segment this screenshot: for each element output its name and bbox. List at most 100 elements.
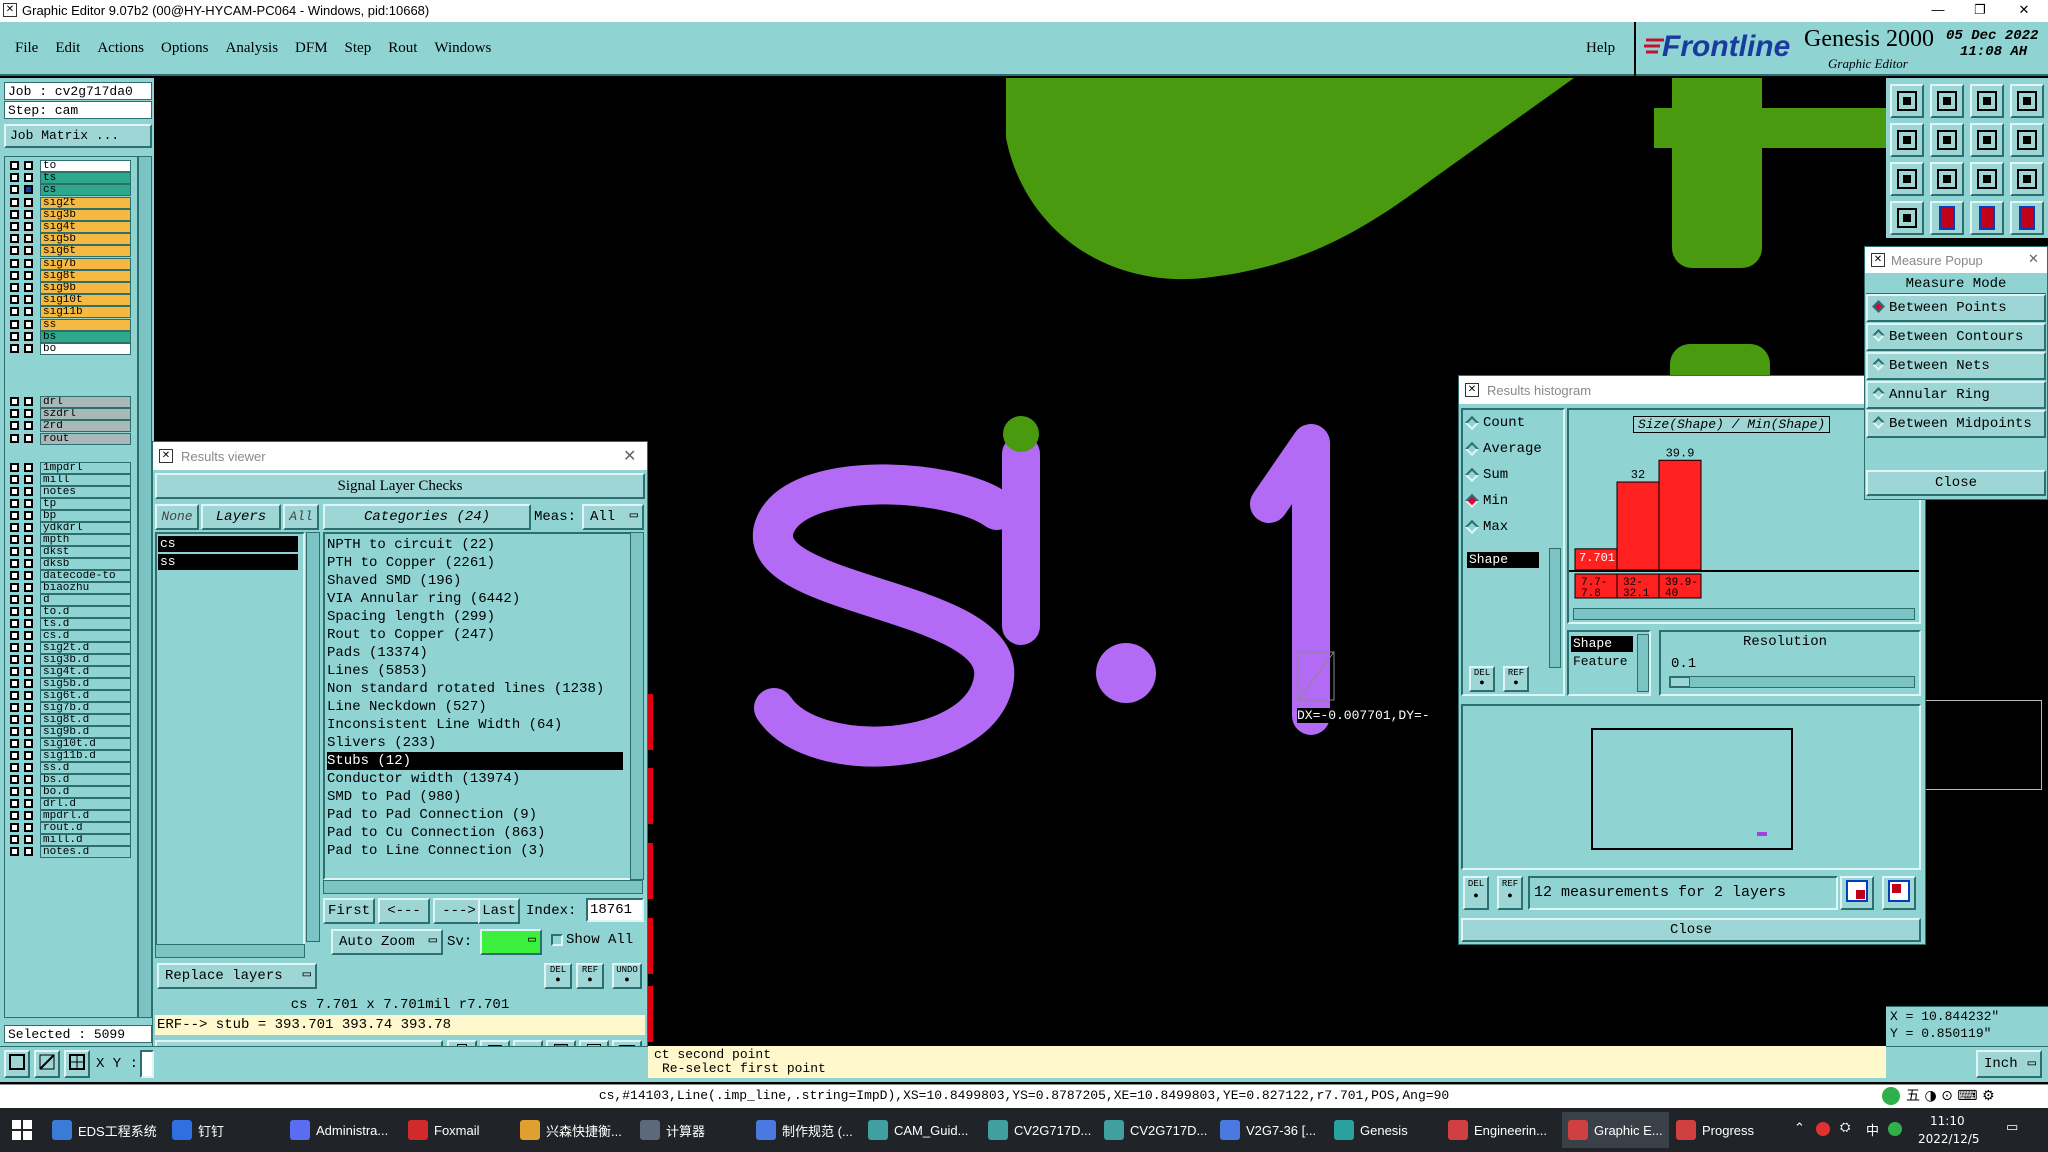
layer-display-checkbox[interactable] (10, 643, 19, 652)
layer-affected-checkbox[interactable] (24, 421, 33, 431)
category-item[interactable]: Conductor width (13974) (327, 770, 623, 788)
layer-affected-checkbox[interactable] (24, 258, 33, 268)
taskbar-item[interactable]: Foxmail (408, 1112, 480, 1148)
layer-display-checkbox[interactable] (10, 258, 19, 268)
taskbar-item[interactable]: CV2G717D... (1104, 1112, 1207, 1148)
layer-row[interactable]: d (8, 594, 131, 606)
layer-affected-checkbox[interactable] (24, 679, 33, 688)
home-icon[interactable] (1970, 84, 2004, 118)
layer-affected-checkbox[interactable] (24, 703, 33, 712)
layer-row[interactable]: sig11b.d (8, 750, 131, 762)
layer-row[interactable]: notes.d (8, 846, 131, 858)
layer-display-checkbox[interactable] (10, 173, 19, 183)
layer-affected-checkbox[interactable] (24, 631, 33, 640)
layer-row[interactable]: sig5b (8, 233, 131, 246)
minimize-button[interactable]: — (1920, 0, 1956, 20)
menu-help[interactable]: Help (1586, 40, 1615, 57)
layer-display-checkbox[interactable] (10, 751, 19, 760)
layers-button[interactable]: Layers (201, 504, 281, 530)
snap-s-icon[interactable] (2010, 123, 2044, 157)
menu-step[interactable]: Step (345, 40, 372, 57)
category-item[interactable]: Slivers (233) (327, 734, 623, 752)
fit-screen-icon[interactable] (1890, 162, 1924, 196)
layer-row[interactable]: sig11b (8, 306, 131, 319)
layer-list-vscroll[interactable] (306, 532, 320, 942)
layer-display-checkbox[interactable] (10, 433, 19, 443)
xy-input[interactable] (140, 1050, 154, 1078)
overview-map[interactable] (1920, 700, 2042, 790)
layer-affected-checkbox[interactable] (24, 397, 33, 406)
taskbar-item[interactable]: Genesis (1334, 1112, 1408, 1148)
notification-icon[interactable]: ▭ (2006, 1120, 2018, 1135)
layer-row[interactable]: dkst (8, 546, 131, 558)
layer-display-checkbox[interactable] (10, 344, 19, 353)
layer-affected-checkbox[interactable] (24, 775, 33, 784)
layer-row[interactable]: cs.d (8, 630, 131, 642)
hist-ref-icon-2[interactable]: REF ● (1497, 876, 1523, 910)
zoom-icon[interactable] (4, 1050, 30, 1078)
layer-affected-checkbox[interactable] (24, 409, 33, 419)
layer-display-checkbox[interactable] (10, 523, 19, 532)
taskbar-item[interactable]: 制作规范 (... (756, 1112, 853, 1148)
layer-affected-checkbox[interactable] (24, 433, 33, 443)
layer-row[interactable]: mpdrl.d (8, 810, 131, 822)
layer-row[interactable]: mill (8, 474, 131, 486)
category-item[interactable]: VIA Annular ring (6442) (327, 590, 623, 608)
layer-affected-checkbox[interactable] (24, 715, 33, 724)
probe-icon[interactable] (1930, 201, 1964, 235)
option-max[interactable]: Max (1463, 514, 1563, 540)
layer-affected-checkbox[interactable] (24, 463, 33, 472)
snap-left-icon[interactable] (1890, 123, 1924, 157)
menu-analysis[interactable]: Analysis (226, 40, 279, 57)
layer-display-checkbox[interactable] (10, 246, 19, 256)
category-item[interactable]: Pad to Line Connection (3) (327, 842, 623, 860)
layer-row[interactable]: rout (8, 432, 131, 445)
first-button[interactable]: First (323, 898, 375, 924)
layer-affected-checkbox[interactable] (24, 835, 33, 844)
layer-affected-checkbox[interactable] (24, 185, 33, 195)
layer-row[interactable]: drl.d (8, 798, 131, 810)
mode-between-midpoints[interactable]: Between Midpoints (1866, 410, 2046, 438)
layer-display-checkbox[interactable] (10, 421, 19, 431)
layer-affected-checkbox[interactable] (24, 161, 33, 170)
layer-row[interactable]: sig4t.d (8, 666, 131, 678)
layer-affected-checkbox[interactable] (24, 811, 33, 820)
layer-display-checkbox[interactable] (10, 234, 19, 244)
layer-display-checkbox[interactable] (10, 547, 19, 556)
layer-affected-checkbox[interactable] (24, 787, 33, 796)
layer-display-checkbox[interactable] (10, 847, 19, 856)
slider-thumb[interactable] (1670, 677, 1690, 687)
layer-down-icon[interactable] (1930, 84, 1964, 118)
layer-affected-checkbox[interactable] (24, 487, 33, 496)
category-item[interactable]: Spacing length (299) (327, 608, 623, 626)
category-list-vscroll[interactable] (630, 532, 644, 880)
ratio-icon[interactable] (1970, 162, 2004, 196)
layer-affected-checkbox[interactable] (24, 307, 33, 317)
start-icon[interactable] (12, 1120, 32, 1140)
layer-affected-checkbox[interactable] (24, 331, 33, 341)
menu-file[interactable]: File (15, 40, 38, 57)
index-input[interactable]: 18761 (586, 898, 644, 922)
layer-affected-checkbox[interactable] (24, 475, 33, 484)
layer-display-checkbox[interactable] (10, 475, 19, 484)
layer-row[interactable]: ss (8, 318, 131, 331)
layer-display-checkbox[interactable] (10, 499, 19, 508)
layer-row[interactable]: sig7b (8, 257, 131, 270)
category-item[interactable]: SMD to Pad (980) (327, 788, 623, 806)
layer-affected-checkbox[interactable] (24, 173, 33, 183)
layer-row[interactable]: sig8t (8, 269, 131, 282)
layer-display-checkbox[interactable] (10, 463, 19, 472)
shape-option[interactable]: Shape (1571, 636, 1633, 652)
layer-display-checkbox[interactable] (10, 619, 19, 628)
category-item[interactable]: Line Neckdown (527) (327, 698, 623, 716)
job-matrix-button[interactable]: Job Matrix ... (4, 124, 152, 148)
layer-row[interactable]: sig9b.d (8, 726, 131, 738)
layer-display-checkbox[interactable] (10, 631, 19, 640)
layer-affected-checkbox[interactable] (24, 763, 33, 772)
drc-icon[interactable] (1970, 201, 2004, 235)
layer-display-checkbox[interactable] (10, 409, 19, 419)
layer-row[interactable]: ydkdrl (8, 522, 131, 534)
clock-date[interactable]: 2022/12/5 (1918, 1132, 1980, 1146)
replace-layers-select[interactable]: Replace layers ▭ (157, 963, 317, 989)
layer-affected-checkbox[interactable] (24, 270, 33, 280)
